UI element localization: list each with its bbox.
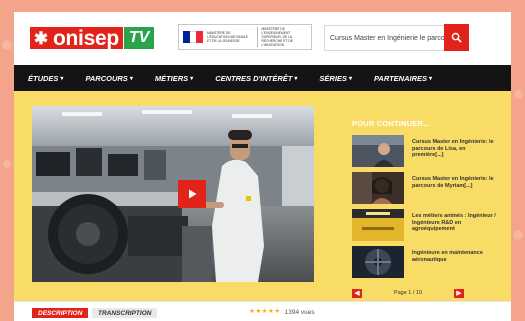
background-dot [3, 160, 11, 168]
nav-item-centres-interet[interactable]: CENTRES D'INTÉRÊT ▾ [215, 74, 297, 83]
playlist-item-title: Cursus Master en Ingénierie: le parcours… [412, 176, 494, 189]
nav-item-label: CENTRES D'INTÉRÊT [215, 73, 293, 83]
info-tabs-bar: DESCRIPTION TRANSCRIPTION ★ ★ ★ ★ ★ 1394… [14, 301, 511, 321]
playlist-thumbnail [352, 172, 404, 204]
ministry-logos[interactable]: Ministère de l'Éducation nationale et de… [178, 24, 312, 50]
nav-item-series[interactable]: SÉRIES ▾ [319, 74, 352, 83]
chevron-down-icon: ▾ [348, 75, 352, 82]
nav-item-label: MÉTIERS [154, 73, 189, 83]
playlist-pager: ◀ Page 1 / 10 ▶ [352, 287, 464, 299]
french-flag-icon [183, 31, 204, 43]
nav-item-label: PARTENAIRES [373, 73, 428, 83]
play-button[interactable] [178, 180, 206, 208]
playlist-item[interactable]: Cursus Master en Ingénierie: le parcours… [352, 172, 502, 206]
playlist-item-title: Cursus Master en Ingénierie: le parcours… [412, 139, 494, 158]
rating: ★ ★ ★ ★ ★ 1394 vues [249, 309, 315, 316]
nav-item-etudes[interactable]: ÉTUDES ▾ [28, 74, 63, 83]
playlist-item-title: Les métiers animés : Ingénieur / Ingénie… [412, 213, 496, 232]
playlist-item[interactable]: Cursus Master en Ingénierie: le parcours… [352, 135, 502, 169]
nav-item-metiers[interactable]: MÉTIERS ▾ [155, 74, 193, 83]
video-player[interactable] [32, 106, 314, 282]
ministry-higher-ed-label: Ministère de l'Enseignement supérieur, d… [261, 27, 293, 47]
playlist-item[interactable]: Les métiers animés : Ingénieur / Ingénie… [352, 209, 502, 243]
page-indicator: Page 1 / 10 [393, 290, 423, 296]
video-frame-lab-scene [32, 106, 314, 282]
star-icon[interactable]: ★ [262, 309, 268, 316]
nav-item-label: SÉRIES [319, 73, 347, 83]
next-page-button[interactable]: ▶ [453, 288, 464, 298]
view-count: 1394 vues [284, 309, 315, 316]
playlist-thumbnail [352, 209, 404, 241]
onisep-tv-logo[interactable]: ✱ onisep TV [30, 22, 155, 54]
background-dot [513, 230, 523, 240]
video-section: POUR CONTINUER... Cursus Master en Ingén… [14, 91, 511, 301]
background-dot [514, 90, 523, 99]
ministry-education-label: Ministère de l'Éducation nationale et de… [207, 31, 248, 43]
logo-star-icon: ✱ [30, 27, 52, 49]
background-dot [2, 40, 12, 50]
tab-description[interactable]: DESCRIPTION [32, 308, 89, 318]
playlist-thumbnail [352, 246, 404, 278]
onisep-tv-page: ✱ onisep TV Ministère de l'Éducation nat… [14, 12, 511, 321]
ministry-divider [256, 27, 258, 47]
logo-wordmark: onisep [52, 27, 123, 49]
play-icon [189, 189, 197, 199]
star-icon[interactable]: ★ [268, 309, 274, 316]
tab-transcription[interactable]: TRANSCRIPTION [92, 308, 158, 318]
main-navigation: ÉTUDES ▾ PARCOURS ▾ MÉTIERS ▾ CENTRES D'… [14, 65, 511, 91]
logo-tv-badge: TV [123, 27, 155, 49]
nav-item-label: ÉTUDES [28, 73, 59, 83]
nav-item-parcours[interactable]: PARCOURS ▾ [85, 74, 132, 83]
search-icon [451, 32, 462, 43]
chevron-down-icon: ▾ [129, 75, 133, 82]
search-button[interactable] [444, 24, 469, 51]
nav-item-label: PARCOURS [85, 73, 128, 83]
star-icon[interactable]: ★ [255, 309, 261, 316]
chevron-down-icon: ▾ [190, 75, 194, 82]
star-icon[interactable]: ★ [249, 309, 255, 316]
nav-item-partenaires[interactable]: PARTENAIRES ▾ [374, 74, 432, 83]
playlist-item[interactable]: Ingénieure en maintenance aéronautique [352, 246, 502, 280]
chevron-down-icon: ▾ [429, 75, 433, 82]
chevron-down-icon: ▾ [294, 75, 298, 82]
site-header: ✱ onisep TV Ministère de l'Éducation nat… [14, 12, 511, 64]
previous-page-button[interactable]: ◀ [352, 288, 362, 298]
star-icon[interactable]: ★ [274, 309, 280, 316]
playlist-thumbnail [352, 135, 404, 167]
playlist-item-title: Ingénieure en maintenance aéronautique [412, 250, 483, 263]
chevron-down-icon: ▾ [60, 75, 64, 82]
sidebar-title: POUR CONTINUER... [352, 119, 430, 128]
